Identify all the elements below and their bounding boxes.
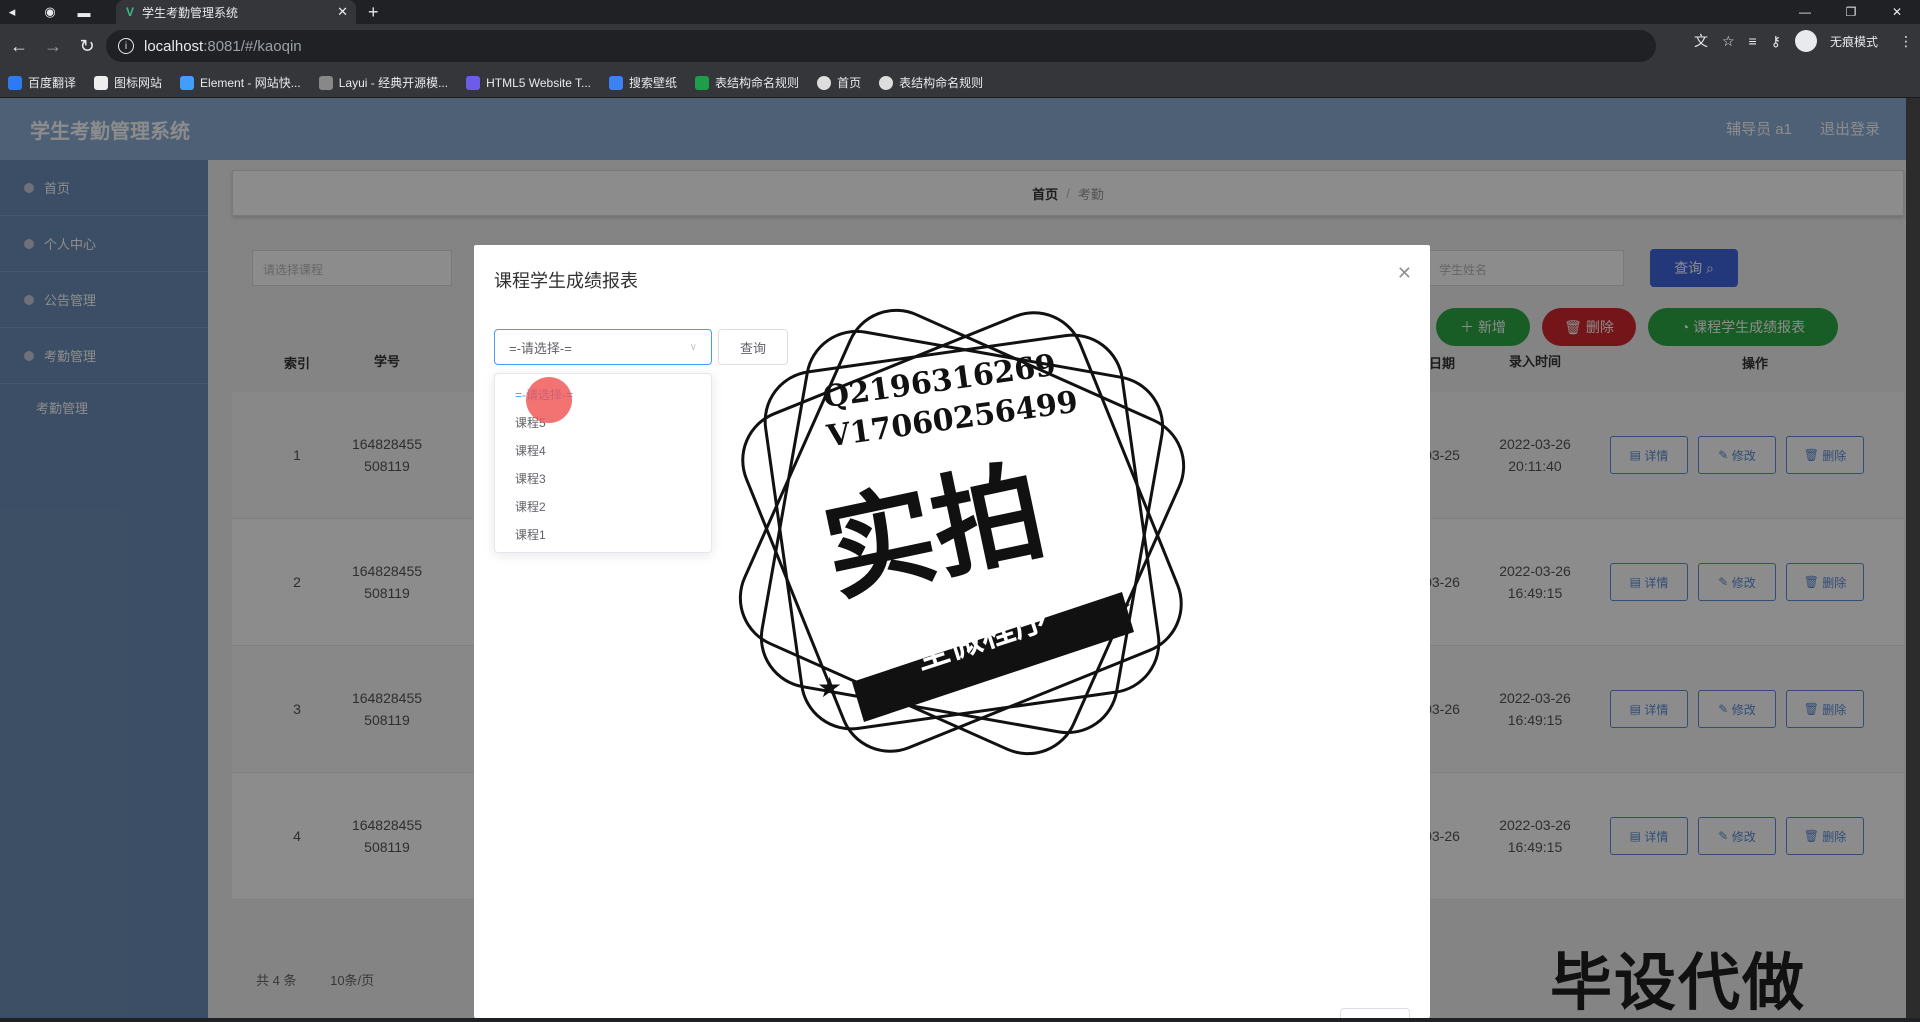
close-icon[interactable]: ✕ xyxy=(1397,263,1412,284)
bookmark-icon xyxy=(8,75,22,90)
bookmark[interactable]: HTML5 Website T... xyxy=(466,75,591,90)
stamp-watermark: ★ ★ Q2196316269 V17060256499 实拍 全微程序 xyxy=(722,292,1202,777)
window-icon[interactable]: ▬ xyxy=(72,0,96,24)
bookmark-icon xyxy=(695,75,710,90)
bookmark-icon xyxy=(466,75,481,90)
dropdown-option[interactable]: 课程4 xyxy=(495,436,711,464)
url-path: :8081/#/kaoqin xyxy=(203,37,302,55)
reading-list-icon[interactable]: ≡ xyxy=(1749,33,1757,49)
course-select-value: =-请选择-= xyxy=(509,340,572,356)
star-icon[interactable]: ☆ xyxy=(1722,33,1735,50)
bookmark[interactable]: 图标网站 xyxy=(94,74,162,91)
menu-icon[interactable]: ⋮ xyxy=(1899,33,1913,50)
bookmark[interactable]: Element - 网站快... xyxy=(180,74,301,91)
restore-icon[interactable]: ❐ xyxy=(1828,0,1874,24)
bookmark-icon xyxy=(609,75,624,90)
svg-text:★: ★ xyxy=(817,672,842,703)
tab-close-icon[interactable]: ✕ xyxy=(337,4,348,20)
browser-tab-strip: ◂ ◉ ▬ V 学生考勤管理系统 ✕ + — ❐ ✕ xyxy=(0,0,1920,24)
key-icon[interactable]: ⚷ xyxy=(1771,33,1781,50)
bookmarks-bar: 百度翻译 图标网站 Element - 网站快... Layui - 经典开源模… xyxy=(0,68,1920,98)
back-icon[interactable]: ← xyxy=(4,31,34,61)
bookmark-icon xyxy=(94,75,109,90)
audio-icon[interactable]: ◂ xyxy=(0,0,24,24)
chevron-down-icon: ∨ xyxy=(689,341,697,353)
dropdown-option[interactable]: 课程5 xyxy=(495,408,711,436)
incognito-label: 无痕模式 xyxy=(1829,34,1878,49)
browser-tab[interactable]: V 学生考勤管理系统 ✕ xyxy=(116,0,356,24)
bookmark[interactable]: Layui - 经典开源模... xyxy=(318,74,448,91)
svg-text:★: ★ xyxy=(1107,592,1132,623)
forward-icon[interactable]: → xyxy=(38,31,68,61)
bookmark[interactable]: 搜索壁纸 xyxy=(609,74,677,91)
globe-icon[interactable]: ◉ xyxy=(38,0,62,24)
bookmark-icon xyxy=(180,75,195,90)
mouse-cursor-highlight xyxy=(526,377,572,423)
incognito-icon xyxy=(1794,30,1817,52)
bookmark[interactable]: 表结构命名规则 xyxy=(695,74,799,91)
bookmark[interactable]: 百度翻译 xyxy=(8,74,76,91)
close-window-icon[interactable]: ✕ xyxy=(1874,0,1920,24)
tab-title: 学生考勤管理系统 xyxy=(142,5,239,20)
corner-watermark: 毕设代做 xyxy=(1550,949,1807,1018)
dialog-footer-button[interactable] xyxy=(1340,1008,1410,1018)
vue-icon: V xyxy=(126,5,135,19)
translate-icon[interactable]: 文 xyxy=(1694,31,1708,51)
new-tab-icon[interactable]: + xyxy=(368,0,379,24)
dialog-title: 课程学生成绩报表 xyxy=(494,271,638,291)
address-bar: ← → ↻ i localhost:8081/#/kaoqin 文 ☆ ≡ ⚷ … xyxy=(0,24,1920,68)
url-host: localhost xyxy=(144,37,204,55)
page-scrollbar[interactable] xyxy=(1906,98,1920,1018)
bookmark-icon xyxy=(817,75,832,90)
bookmark[interactable]: 表结构命名规则 xyxy=(879,74,983,91)
dropdown-option[interactable]: 课程2 xyxy=(495,492,711,520)
dropdown-option[interactable]: 课程3 xyxy=(495,464,711,492)
bookmark[interactable]: 首页 xyxy=(817,74,861,91)
info-icon[interactable]: i xyxy=(118,38,134,54)
reload-icon[interactable]: ↻ xyxy=(72,31,102,61)
bookmark-icon xyxy=(879,75,894,90)
bookmark-icon xyxy=(318,75,333,90)
minimize-icon[interactable]: — xyxy=(1782,0,1828,24)
url-field[interactable]: i localhost:8081/#/kaoqin xyxy=(106,30,1656,62)
dropdown-option[interactable]: 课程1 xyxy=(495,520,711,548)
incognito-badge[interactable]: 无痕模式 xyxy=(1794,30,1885,52)
course-select[interactable]: =-请选择-= ∨ xyxy=(494,329,712,365)
